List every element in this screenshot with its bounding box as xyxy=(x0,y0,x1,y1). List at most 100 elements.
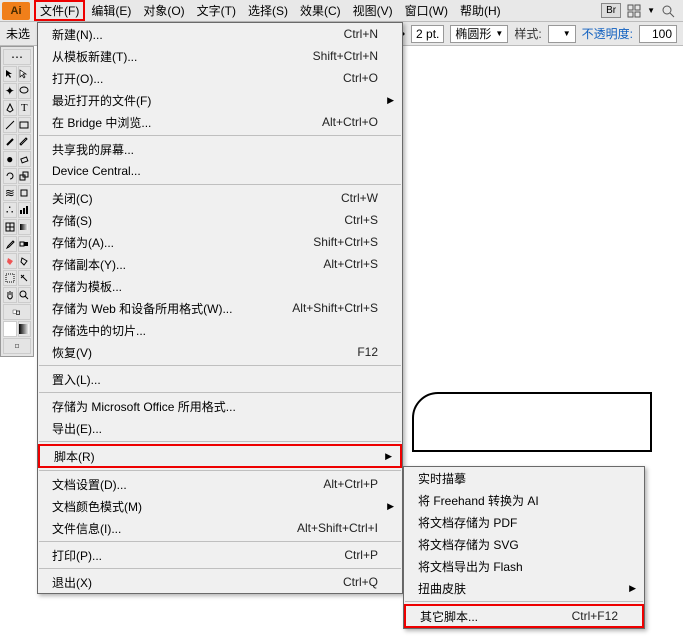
zoom-tool[interactable] xyxy=(18,287,32,303)
stroke-style-field[interactable]: 椭圆形▼ xyxy=(450,25,508,43)
file-menu-item-0[interactable]: 新建(N)...Ctrl+N xyxy=(38,23,402,45)
stroke-weight-field[interactable]: 2 pt. xyxy=(411,25,444,43)
menu-file[interactable]: 文件(F) xyxy=(34,0,85,21)
opacity-label[interactable]: 不透明度: xyxy=(582,25,633,42)
file-menu-separator xyxy=(39,470,401,471)
style-swatch[interactable]: ▼ xyxy=(548,25,576,43)
submenu-arrow-icon: ▶ xyxy=(387,95,394,106)
eraser-tool[interactable] xyxy=(18,151,32,167)
mesh-tool[interactable] xyxy=(3,219,17,235)
file-menu-item-18[interactable]: 置入(L)... xyxy=(38,368,402,390)
file-menu-item-10[interactable]: 存储(S)Ctrl+S xyxy=(38,209,402,231)
file-menu-item-shortcut: Ctrl+O xyxy=(343,71,378,85)
script-menu-item-3[interactable]: 将文档存储为 SVG xyxy=(404,533,644,555)
file-menu-separator xyxy=(39,541,401,542)
file-menu-item-1[interactable]: 从模板新建(T)...Shift+Ctrl+N xyxy=(38,45,402,67)
search-icon[interactable] xyxy=(661,4,675,18)
live-paint-select-tool[interactable] xyxy=(18,253,32,269)
scale-tool[interactable] xyxy=(18,168,32,184)
file-menu-item-16[interactable]: 恢复(V)F12 xyxy=(38,341,402,363)
color-mode[interactable] xyxy=(3,321,17,337)
free-transform-tool[interactable] xyxy=(18,185,32,201)
script-menu-item-4[interactable]: 将文档导出为 Flash xyxy=(404,555,644,577)
rotate-tool[interactable] xyxy=(3,168,17,184)
file-menu-item-23[interactable]: 脚本(R)▶ xyxy=(38,444,402,468)
file-menu-item-4[interactable]: 在 Bridge 中浏览...Alt+Ctrl+O xyxy=(38,111,402,133)
file-menu-item-6[interactable]: 共享我的屏幕... xyxy=(38,138,402,160)
file-menu-item-14[interactable]: 存储为 Web 和设备所用格式(W)...Alt+Shift+Ctrl+S xyxy=(38,297,402,319)
live-paint-tool[interactable] xyxy=(3,253,17,269)
warp-tool[interactable]: ≋ xyxy=(3,185,17,201)
line-tool[interactable] xyxy=(3,117,17,133)
slice-tool[interactable] xyxy=(18,270,32,286)
menu-help[interactable]: 帮助(H) xyxy=(454,0,507,21)
blend-tool[interactable] xyxy=(18,236,32,252)
menu-view[interactable]: 视图(V) xyxy=(347,0,399,21)
file-menu-item-27[interactable]: 文件信息(I)...Alt+Shift+Ctrl+I xyxy=(38,517,402,539)
file-menu-item-31[interactable]: 退出(X)Ctrl+Q xyxy=(38,571,402,593)
file-menu-item-9[interactable]: 关闭(C)Ctrl+W xyxy=(38,187,402,209)
file-menu-item-29[interactable]: 打印(P)...Ctrl+P xyxy=(38,544,402,566)
symbol-sprayer-tool[interactable]: ∴ xyxy=(3,202,17,218)
script-menu-item-7[interactable]: 其它脚本...Ctrl+F12 xyxy=(404,604,644,628)
lasso-tool[interactable] xyxy=(18,83,32,99)
pencil-tool[interactable] xyxy=(18,134,32,150)
file-menu-item-21[interactable]: 导出(E)... xyxy=(38,417,402,439)
toolbox-handle[interactable]: ⋯ xyxy=(3,49,31,65)
hand-tool[interactable] xyxy=(3,287,17,303)
script-menu-item-0[interactable]: 实时描摹 xyxy=(404,467,644,489)
file-menu-item-label: 存储副本(Y)... xyxy=(52,256,323,273)
script-menu-item-1[interactable]: 将 Freehand 转换为 AI xyxy=(404,489,644,511)
script-menu-item-2[interactable]: 将文档存储为 PDF xyxy=(404,511,644,533)
menu-edit[interactable]: 编辑(E) xyxy=(85,0,137,21)
selection-tool[interactable] xyxy=(3,66,17,82)
file-menu-item-25[interactable]: 文档设置(D)...Alt+Ctrl+P xyxy=(38,473,402,495)
eyedropper-tool[interactable] xyxy=(3,236,17,252)
direct-selection-tool[interactable] xyxy=(18,66,32,82)
file-menu-item-11[interactable]: 存储为(A)...Shift+Ctrl+S xyxy=(38,231,402,253)
script-menu-item-shortcut: Ctrl+F12 xyxy=(572,609,618,623)
menu-window[interactable]: 窗口(W) xyxy=(399,0,454,21)
file-menu-item-label: 存储为模板... xyxy=(52,278,378,295)
script-menu-item-label: 扭曲皮肤 xyxy=(418,580,620,597)
toolbox: ⋯ ✦ T ● ≋ ∴ xyxy=(0,46,34,357)
script-menu-item-label: 实时描摹 xyxy=(418,470,620,487)
script-menu-item-5[interactable]: 扭曲皮肤▶ xyxy=(404,577,644,599)
gradient-tool[interactable] xyxy=(18,219,32,235)
file-menu-item-shortcut: Alt+Shift+Ctrl+S xyxy=(292,301,378,315)
rectangle-tool[interactable] xyxy=(18,117,32,133)
script-menu-separator xyxy=(405,601,643,602)
fill-stroke-swatch[interactable] xyxy=(3,304,31,320)
artboard-tool[interactable] xyxy=(3,270,17,286)
file-menu-item-7[interactable]: Device Central... xyxy=(38,160,402,182)
file-menu-item-12[interactable]: 存储副本(Y)...Alt+Ctrl+S xyxy=(38,253,402,275)
paintbrush-tool[interactable] xyxy=(3,134,17,150)
blob-brush-tool[interactable]: ● xyxy=(3,151,17,167)
file-menu-item-13[interactable]: 存储为模板... xyxy=(38,275,402,297)
bridge-button[interactable]: Br xyxy=(601,3,621,18)
gradient-mode[interactable] xyxy=(18,321,32,337)
file-menu-item-shortcut: Ctrl+Q xyxy=(343,575,378,589)
pen-tool[interactable] xyxy=(3,100,17,116)
screen-mode[interactable] xyxy=(3,338,31,354)
file-menu-item-3[interactable]: 最近打开的文件(F)▶ xyxy=(38,89,402,111)
opacity-field[interactable] xyxy=(639,25,677,43)
graph-tool[interactable] xyxy=(18,202,32,218)
magic-wand-tool[interactable]: ✦ xyxy=(3,83,17,99)
file-menu-item-26[interactable]: 文档颜色模式(M)▶ xyxy=(38,495,402,517)
file-menu-item-2[interactable]: 打开(O)...Ctrl+O xyxy=(38,67,402,89)
menu-object[interactable]: 对象(O) xyxy=(137,0,190,21)
menu-type[interactable]: 文字(T) xyxy=(191,0,242,21)
file-menu-separator xyxy=(39,135,401,136)
menu-effect[interactable]: 效果(C) xyxy=(294,0,347,21)
menu-select[interactable]: 选择(S) xyxy=(242,0,294,21)
file-menu-item-20[interactable]: 存储为 Microsoft Office 所用格式... xyxy=(38,395,402,417)
file-menu-item-label: 存储(S) xyxy=(52,212,344,229)
file-menu-item-shortcut: Ctrl+P xyxy=(344,548,378,562)
type-tool[interactable]: T xyxy=(18,100,32,116)
arrange-icon[interactable] xyxy=(627,4,641,18)
file-menu-item-shortcut: Ctrl+W xyxy=(341,191,378,205)
file-menu-item-shortcut: Alt+Ctrl+P xyxy=(323,477,378,491)
file-menu-item-15[interactable]: 存储选中的切片... xyxy=(38,319,402,341)
dropdown-arrow-icon[interactable]: ▼ xyxy=(647,6,655,15)
